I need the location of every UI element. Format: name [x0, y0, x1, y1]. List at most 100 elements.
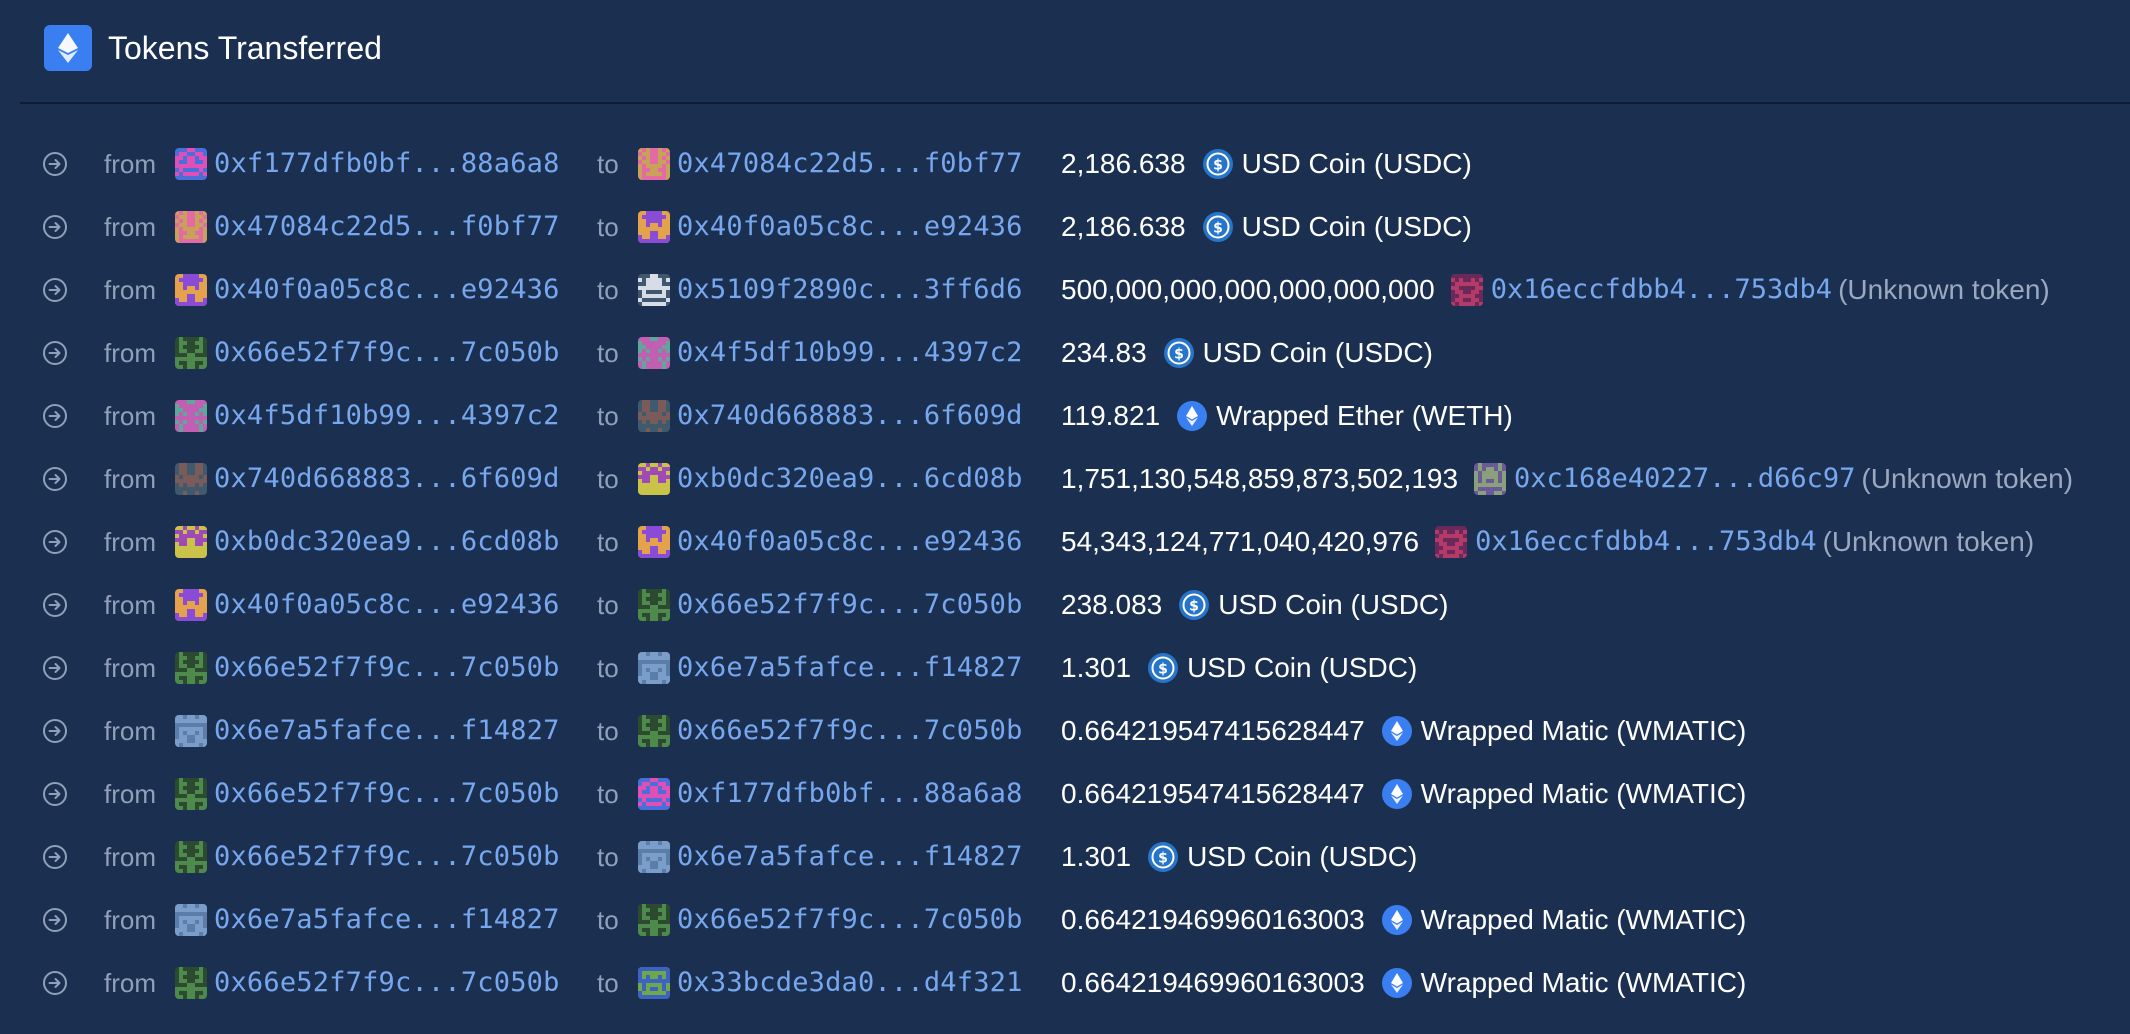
arrow-right-circle-icon: [43, 404, 67, 428]
arrow-right-circle-icon: [43, 530, 67, 554]
svg-text:$: $: [1174, 347, 1184, 363]
from-address-link[interactable]: 0x66e52f7f9c...7c050b: [214, 835, 560, 879]
to-address-avatar: [638, 841, 670, 873]
token-name-link[interactable]: USD Coin (USDC): [1187, 646, 1417, 690]
to-address-link[interactable]: 0xb0dc320ea9...6cd08b: [677, 457, 1023, 501]
transfer-row: from 0x66e52f7f9c...7c050b to 0x33bcde3da0.…: [0, 961, 2130, 1005]
transfer-amount: 1,751,130,548,859,873,502,193: [1061, 463, 1459, 494]
token-name-link[interactable]: Wrapped Matic (WMATIC): [1421, 709, 1747, 753]
from-address-avatar: [175, 463, 207, 495]
transfer-row: from 0x40f0a05c8c...e92436 to 0x5109f2890c.…: [0, 268, 2130, 312]
page-header: Tokens Transferred: [20, 0, 2130, 104]
to-label: to: [597, 212, 619, 242]
transfer-row: from 0x66e52f7f9c...7c050b to 0x6e7a5fafce.…: [0, 835, 2130, 879]
from-address-link[interactable]: 0x47084c22d5...f0bf77: [214, 205, 560, 249]
usd-coin-icon: $: [1148, 842, 1179, 872]
to-label: to: [597, 653, 619, 683]
arrow-right-circle-icon: [43, 467, 67, 491]
token-address-link[interactable]: 0x16eccfdbb4...753db4: [1475, 520, 1816, 564]
from-address-link[interactable]: 0x66e52f7f9c...7c050b: [214, 772, 560, 816]
from-label: from: [104, 464, 156, 494]
token-avatar: [1435, 526, 1468, 558]
token-name-link[interactable]: USD Coin (USDC): [1218, 583, 1448, 627]
from-label: from: [104, 716, 156, 746]
token-name-link[interactable]: Wrapped Ether (WETH): [1216, 394, 1513, 438]
to-label: to: [597, 338, 619, 368]
arrow-right-circle-icon: [43, 152, 67, 176]
from-address-link[interactable]: 0x66e52f7f9c...7c050b: [214, 646, 560, 690]
usd-coin-icon: $: [1202, 212, 1233, 242]
from-address-avatar: [175, 211, 207, 243]
token-name-link[interactable]: Wrapped Matic (WMATIC): [1421, 772, 1747, 816]
to-label: to: [597, 779, 619, 809]
token-name-link[interactable]: USD Coin (USDC): [1242, 142, 1472, 186]
token-name-link[interactable]: Wrapped Matic (WMATIC): [1421, 961, 1747, 1005]
from-address-link[interactable]: 0x6e7a5fafce...f14827: [214, 709, 560, 753]
svg-text:$: $: [1213, 158, 1223, 174]
transfer-amount: 119.821: [1061, 400, 1161, 431]
arrow-right-circle-icon: [43, 971, 67, 995]
transfer-row: from 0x66e52f7f9c...7c050b to 0x6e7a5fafce.…: [0, 646, 2130, 690]
to-address-avatar: [638, 400, 670, 432]
from-address-link[interactable]: 0x40f0a05c8c...e92436: [214, 268, 560, 312]
svg-text:$: $: [1213, 221, 1223, 237]
to-label: to: [597, 716, 619, 746]
from-address-link[interactable]: 0x740d668883...6f609d: [214, 457, 560, 501]
from-label: from: [104, 842, 156, 872]
to-address-link[interactable]: 0x66e52f7f9c...7c050b: [677, 583, 1023, 627]
to-address-link[interactable]: 0x33bcde3da0...d4f321: [677, 961, 1023, 1005]
from-address-link[interactable]: 0x40f0a05c8c...e92436: [214, 583, 560, 627]
to-address-avatar: [638, 652, 670, 684]
to-address-link[interactable]: 0x740d668883...6f609d: [677, 394, 1023, 438]
usd-coin-icon: $: [1163, 338, 1194, 368]
to-address-link[interactable]: 0x6e7a5fafce...f14827: [677, 835, 1023, 879]
arrow-right-circle-icon: [43, 845, 67, 869]
to-address-link[interactable]: 0x47084c22d5...f0bf77: [677, 142, 1023, 186]
ethereum-icon: [1177, 401, 1208, 431]
transfer-amount-group: 1.301 $ USD Coin (USDC): [1061, 835, 1417, 879]
from-label: from: [104, 968, 156, 998]
transfer-amount: 234.83: [1061, 337, 1147, 368]
token-address-link[interactable]: 0x16eccfdbb4...753db4: [1491, 268, 1832, 312]
to-address-link[interactable]: 0x6e7a5fafce...f14827: [677, 646, 1023, 690]
token-name-link[interactable]: USD Coin (USDC): [1187, 835, 1417, 879]
ethereum-icon: [44, 25, 92, 71]
to-address-link[interactable]: 0x5109f2890c...3ff6d6: [677, 268, 1023, 312]
usd-coin-icon: $: [1148, 653, 1179, 683]
from-address-link[interactable]: 0xf177dfb0bf...88a6a8: [214, 142, 560, 186]
from-address-link[interactable]: 0x66e52f7f9c...7c050b: [214, 331, 560, 375]
from-address-avatar: [175, 148, 207, 180]
transfer-amount-group: 0.664219547415628447 Wrapped Matic (WMATI…: [1061, 772, 1746, 816]
from-label: from: [104, 338, 156, 368]
transfer-row: from 0xf177dfb0bf...88a6a8 to 0x47084c22d5.…: [0, 142, 2130, 186]
to-address-avatar: [638, 778, 670, 810]
to-address-link[interactable]: 0x40f0a05c8c...e92436: [677, 520, 1023, 564]
to-address-avatar: [638, 148, 670, 180]
from-address-avatar: [175, 589, 207, 621]
token-name-link[interactable]: Wrapped Matic (WMATIC): [1421, 898, 1747, 942]
token-name-link[interactable]: USD Coin (USDC): [1242, 205, 1472, 249]
to-label: to: [597, 968, 619, 998]
arrow-right-circle-icon: [43, 719, 67, 743]
svg-text:$: $: [1158, 851, 1168, 867]
to-address-avatar: [638, 589, 670, 621]
from-address-link[interactable]: 0x66e52f7f9c...7c050b: [214, 961, 560, 1005]
arrow-right-circle-icon: [43, 341, 67, 365]
from-address-link[interactable]: 0x6e7a5fafce...f14827: [214, 898, 560, 942]
from-address-link[interactable]: 0xb0dc320ea9...6cd08b: [214, 520, 560, 564]
to-address-link[interactable]: 0x40f0a05c8c...e92436: [677, 205, 1023, 249]
ethereum-icon: [1381, 905, 1412, 935]
to-address-link[interactable]: 0xf177dfb0bf...88a6a8: [677, 772, 1023, 816]
to-label: to: [597, 275, 619, 305]
to-address-link[interactable]: 0x66e52f7f9c...7c050b: [677, 709, 1023, 753]
from-label: from: [104, 149, 156, 179]
token-name-link[interactable]: USD Coin (USDC): [1203, 331, 1433, 375]
to-address-link[interactable]: 0x66e52f7f9c...7c050b: [677, 898, 1023, 942]
token-address-link[interactable]: 0xc168e40227...d66c97: [1514, 457, 1855, 501]
transfer-amount-group: 54,343,124,771,040,420,976 0x16eccfdbb4..…: [1061, 520, 2034, 564]
transfer-amount: 54,343,124,771,040,420,976: [1061, 526, 1420, 557]
transfer-amount-group: 238.083 $ USD Coin (USDC): [1061, 583, 1448, 627]
from-address-link[interactable]: 0x4f5df10b99...4397c2: [214, 394, 560, 438]
transfer-row: from 0xb0dc320ea9...6cd08b to 0x40f0a05c8c.…: [0, 520, 2130, 564]
to-address-link[interactable]: 0x4f5df10b99...4397c2: [677, 331, 1023, 375]
